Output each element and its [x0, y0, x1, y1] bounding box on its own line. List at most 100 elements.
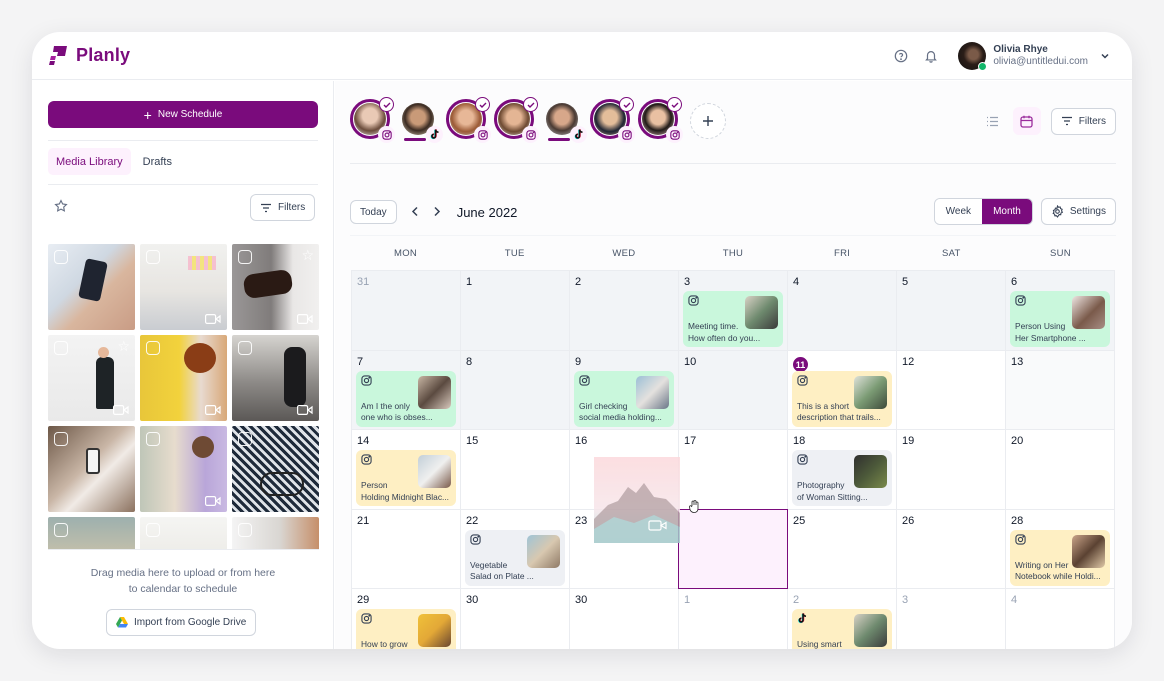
account-avatar[interactable]: [590, 97, 635, 143]
scheduled-post[interactable]: Girl checking social media holding...: [574, 370, 674, 427]
calendar-day-cell[interactable]: 30: [461, 589, 570, 649]
calendar-day-cell[interactable]: 13: [1006, 350, 1115, 430]
account-avatar[interactable]: [494, 97, 539, 143]
select-checkbox[interactable]: [146, 523, 160, 537]
media-item[interactable]: [48, 517, 135, 550]
next-month-button[interactable]: [433, 205, 441, 220]
help-button[interactable]: [886, 41, 916, 71]
calendar-day-cell[interactable]: 9 Girl checking social media holding...: [570, 350, 679, 430]
notifications-button[interactable]: [916, 41, 946, 71]
media-item[interactable]: [140, 426, 227, 512]
select-checkbox[interactable]: [238, 250, 252, 264]
tab-drafts[interactable]: Drafts: [135, 148, 180, 175]
scheduled-post[interactable]: Using smartphone,Social media...: [792, 609, 892, 649]
media-item[interactable]: [232, 517, 319, 550]
calendar-day-cell[interactable]: 7 Am I the only one who is obses...: [352, 350, 461, 430]
select-checkbox[interactable]: [238, 432, 252, 446]
media-item[interactable]: [48, 426, 135, 512]
calendar-day-cell[interactable]: 17: [679, 430, 788, 510]
calendar-day-cell[interactable]: 25: [788, 509, 897, 589]
scheduled-post[interactable]: Person Using Her Smartphone ...: [1010, 291, 1110, 347]
account-avatar[interactable]: [446, 97, 491, 143]
calendar-day-cell[interactable]: 19: [897, 430, 1006, 510]
import-google-drive-button[interactable]: Import from Google Drive: [106, 609, 257, 636]
select-checkbox[interactable]: [238, 523, 252, 537]
calendar-day-cell[interactable]: 14 Person Holding Midnight Blac...: [352, 430, 461, 510]
logo[interactable]: Planly: [48, 44, 130, 66]
media-filters-button[interactable]: Filters: [250, 194, 316, 221]
calendar-day-cell[interactable]: 2 Using smartphone,Social media...: [788, 589, 897, 649]
calendar-day-cell[interactable]: 3 Meeting time. How often do you...: [679, 271, 788, 351]
list-view-button[interactable]: [979, 107, 1007, 135]
media-item[interactable]: [140, 244, 227, 330]
chevron-down-icon[interactable]: [1100, 51, 1110, 61]
calendar-day-cell[interactable]: 8: [461, 350, 570, 430]
select-checkbox[interactable]: [146, 250, 160, 264]
calendar-day-cell[interactable]: 29 How to growour a team from stra...: [352, 589, 461, 649]
calendar-day-cell[interactable]: 28 Writing on Her Notebook while Holdi...: [1006, 509, 1115, 589]
scheduled-post[interactable]: This is a short description that trails..…: [792, 370, 892, 427]
select-checkbox[interactable]: [54, 523, 68, 537]
scheduled-post[interactable]: Vegetable Salad on Plate ...: [465, 529, 565, 586]
settings-button[interactable]: Settings: [1040, 198, 1116, 225]
account-avatar[interactable]: [398, 99, 443, 143]
scheduled-post[interactable]: Am I the only one who is obses...: [356, 370, 456, 427]
scheduled-post[interactable]: How to growour a team from stra...: [356, 609, 456, 649]
calendar-day-cell[interactable]: 31: [352, 271, 461, 351]
scheduled-post[interactable]: Meeting time. How often do you...: [683, 291, 783, 347]
select-checkbox[interactable]: [54, 250, 68, 264]
star-icon[interactable]: ☆: [301, 248, 314, 262]
calendar-day-cell[interactable]: 30: [570, 589, 679, 649]
calendar-day-cell[interactable]: 5: [897, 271, 1006, 351]
calendar-day-cell[interactable]: 22 Vegetable Salad on Plate ...: [461, 509, 570, 589]
scheduled-post[interactable]: Person Holding Midnight Blac...: [356, 450, 456, 506]
calendar-day-cell[interactable]: 11 This is a short description that trails…: [788, 350, 897, 430]
scheduled-post[interactable]: Photography of Woman Sitting...: [792, 450, 892, 506]
calendar-day-cell[interactable]: 12: [897, 350, 1006, 430]
select-checkbox[interactable]: [146, 341, 160, 355]
account-avatar[interactable]: [638, 97, 683, 143]
media-item[interactable]: [232, 426, 319, 512]
select-checkbox[interactable]: [146, 432, 160, 446]
calendar-day-cell[interactable]: 6 Person Using Her Smartphone ...: [1006, 271, 1115, 351]
select-checkbox[interactable]: [54, 341, 68, 355]
media-item[interactable]: [140, 517, 227, 550]
calendar-day-cell[interactable]: 15: [461, 430, 570, 510]
calendar-day-cell[interactable]: 21: [352, 509, 461, 589]
scheduled-post[interactable]: Writing on Her Notebook while Holdi...: [1010, 529, 1110, 586]
media-item[interactable]: [140, 335, 227, 421]
add-account-button[interactable]: [690, 103, 726, 139]
account-avatar[interactable]: [350, 97, 395, 143]
star-icon[interactable]: [54, 199, 68, 213]
prev-month-button[interactable]: [411, 205, 419, 220]
account-avatar[interactable]: [542, 99, 587, 143]
calendar-day-cell[interactable]: 10: [679, 350, 788, 430]
drop-target-highlight[interactable]: [678, 508, 788, 589]
today-button[interactable]: Today: [350, 200, 397, 224]
calendar-filters-button[interactable]: Filters: [1050, 107, 1116, 135]
media-item[interactable]: [232, 335, 319, 421]
month-view-button[interactable]: Month: [982, 199, 1032, 224]
dragged-media-ghost[interactable]: [594, 457, 680, 543]
calendar-day-cell[interactable]: 18 Photography of Woman Sitting...: [788, 430, 897, 510]
select-checkbox[interactable]: [54, 432, 68, 446]
calendar-day-cell[interactable]: 4: [788, 271, 897, 351]
user-menu[interactable]: Olivia Rhye olivia@untitledui.com: [958, 42, 1110, 71]
calendar-day-cell[interactable]: 20: [1006, 430, 1115, 510]
calendar-day-cell[interactable]: [678, 508, 788, 589]
star-icon[interactable]: ☆: [117, 339, 130, 353]
tab-media-library[interactable]: Media Library: [48, 148, 131, 175]
calendar-day-cell[interactable]: 26: [897, 509, 1006, 589]
calendar-day-cell[interactable]: 3: [897, 589, 1006, 649]
week-view-button[interactable]: Week: [934, 199, 983, 224]
media-item[interactable]: ☆: [232, 244, 319, 330]
select-checkbox[interactable]: [238, 341, 252, 355]
calendar-day-cell[interactable]: 1: [461, 271, 570, 351]
media-item[interactable]: [48, 244, 135, 330]
calendar-day-cell[interactable]: 2: [570, 271, 679, 351]
new-schedule-button[interactable]: + New Schedule: [48, 101, 318, 128]
calendar-day-cell[interactable]: 4: [1006, 589, 1115, 649]
calendar-day-cell[interactable]: 1: [679, 589, 788, 649]
media-item[interactable]: ☆: [48, 335, 135, 421]
calendar-view-button[interactable]: [1012, 107, 1041, 135]
